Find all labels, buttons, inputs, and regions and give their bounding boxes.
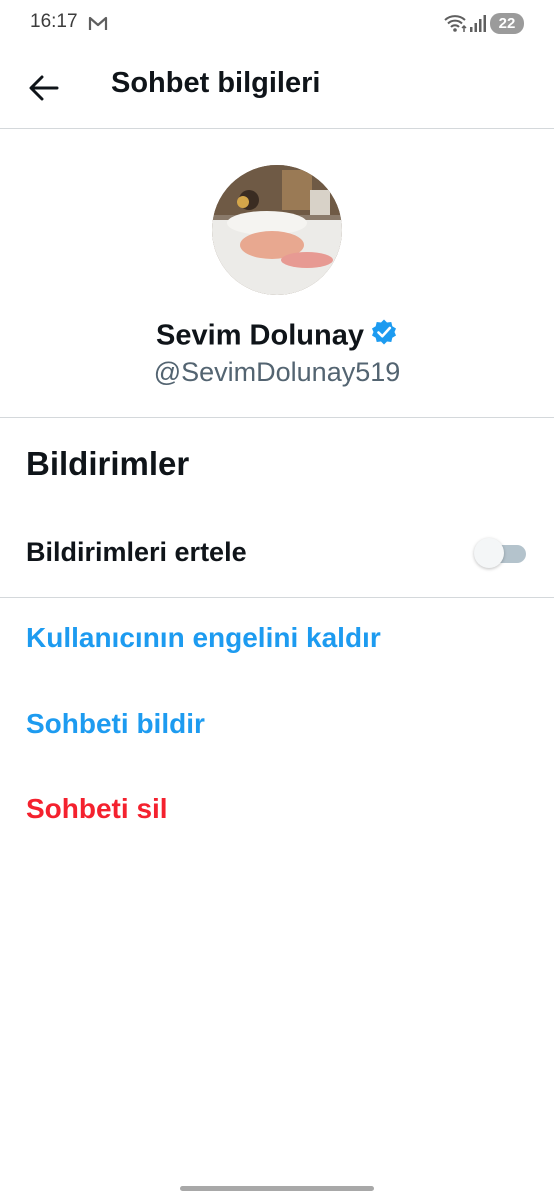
verified-badge-icon — [370, 318, 398, 354]
snooze-notifications-toggle[interactable] — [474, 537, 528, 569]
status-time: 16:17 — [30, 11, 78, 32]
snooze-notifications-label: Bildirimleri ertele — [26, 537, 247, 567]
wifi-icon — [444, 13, 468, 38]
header: Sohbet bilgileri — [0, 48, 554, 129]
report-conversation-button[interactable]: Sohbeti bildir — [26, 708, 205, 740]
profile-handle: @SevimDolunay519 — [153, 357, 401, 387]
gmail-icon — [88, 15, 108, 36]
unblock-user-button[interactable]: Kullanıcının engelini kaldır — [26, 622, 381, 654]
arrow-left-icon — [29, 75, 59, 101]
profile-name: Sevim Dolunay — [156, 319, 364, 352]
signal-icon — [470, 14, 486, 37]
snooze-notifications-row[interactable]: Bildirimleri ertele — [0, 515, 554, 591]
status-bar: 16:17 22 — [0, 0, 554, 48]
page-title: Sohbet bilgileri — [111, 67, 321, 99]
divider — [0, 417, 554, 418]
toggle-knob — [474, 538, 504, 568]
divider — [0, 597, 554, 598]
back-button[interactable] — [24, 68, 64, 108]
avatar[interactable] — [212, 165, 342, 295]
section-title-notifications: Bildirimler — [26, 445, 190, 482]
battery-indicator: 22 — [490, 13, 524, 34]
profile-name-row: Sevim Dolunay — [0, 318, 554, 354]
home-indicator[interactable] — [180, 1186, 374, 1191]
delete-conversation-button[interactable]: Sohbeti sil — [26, 793, 168, 825]
